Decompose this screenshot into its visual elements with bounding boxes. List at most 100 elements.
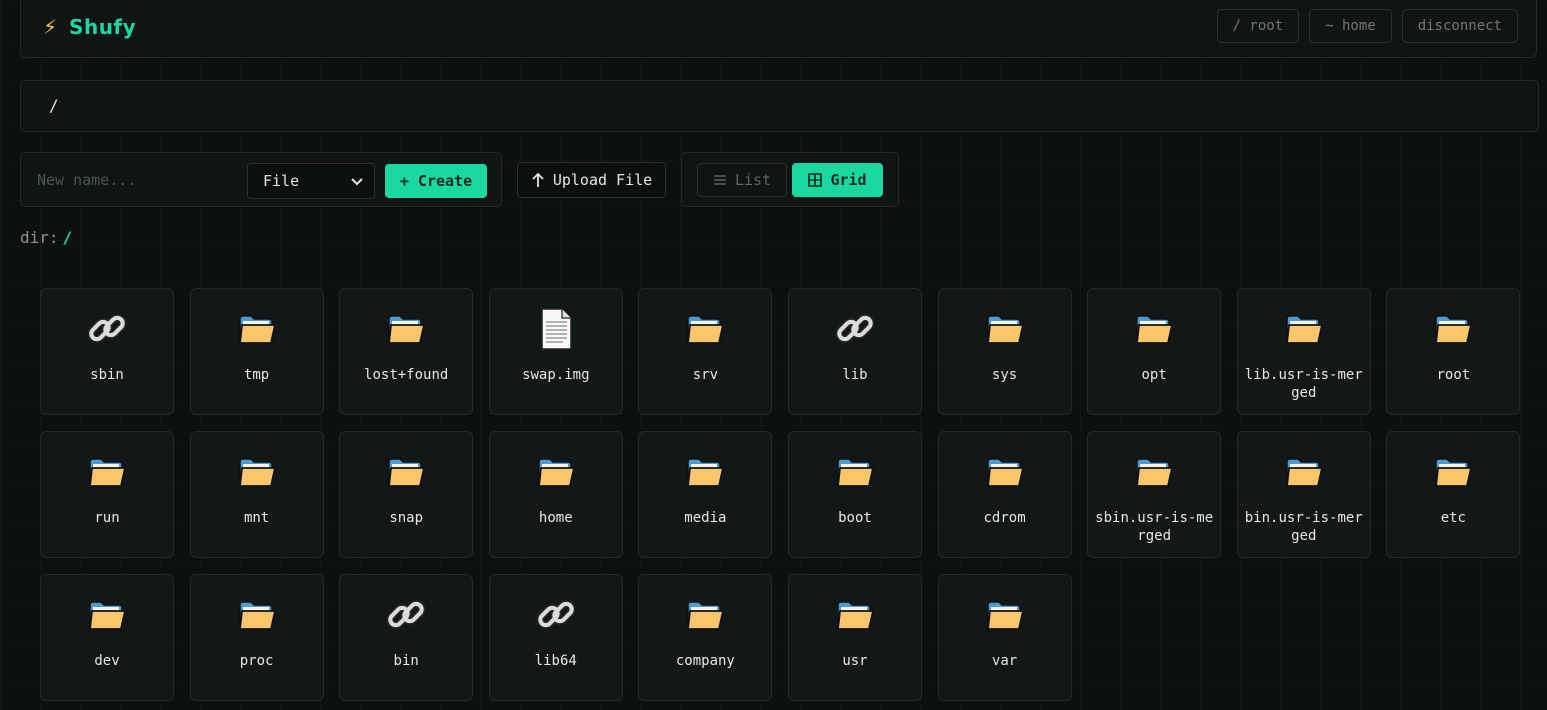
file-name: cdrom bbox=[983, 510, 1026, 526]
type-select[interactable]: File bbox=[247, 163, 375, 199]
file-tile[interactable]: snap bbox=[339, 431, 474, 558]
link-icon bbox=[833, 307, 877, 351]
file-name: opt bbox=[1141, 367, 1167, 383]
app-logo[interactable]: ⚡ Shufy bbox=[43, 15, 136, 39]
file-name: run bbox=[94, 510, 120, 526]
current-dir: dir: / bbox=[20, 228, 72, 247]
file-tile[interactable]: lib.usr-is-merged bbox=[1236, 288, 1371, 415]
file-tile[interactable]: media bbox=[638, 431, 773, 558]
root-button[interactable]: / root bbox=[1216, 9, 1300, 43]
folder-icon bbox=[983, 593, 1027, 637]
list-view-button[interactable]: List bbox=[697, 163, 787, 197]
file-grid: sbin tmp lost+found swap.img srv lib sys opt lib… bbox=[40, 288, 1521, 701]
folder-icon bbox=[235, 593, 279, 637]
file-name: root bbox=[1436, 367, 1471, 383]
file-tile[interactable]: company bbox=[638, 574, 773, 701]
file-tile[interactable]: bin bbox=[339, 574, 474, 701]
type-select-value: File bbox=[263, 172, 300, 190]
folder-icon bbox=[85, 593, 129, 637]
grid-icon bbox=[808, 173, 823, 187]
file-tile[interactable]: lib bbox=[787, 288, 922, 415]
grid-view-button[interactable]: Grid bbox=[792, 163, 883, 197]
file-tile[interactable]: srv bbox=[638, 288, 773, 415]
view-toggle: List Grid bbox=[681, 152, 899, 207]
file-tile[interactable]: boot bbox=[787, 431, 922, 558]
file-tile[interactable]: sbin bbox=[40, 288, 174, 415]
disconnect-button[interactable]: disconnect bbox=[1401, 9, 1518, 43]
file-tile[interactable]: usr bbox=[787, 574, 922, 701]
new-name-input[interactable] bbox=[29, 163, 255, 197]
file-tile[interactable]: sys bbox=[937, 288, 1072, 415]
file-name: bin.usr-is-merged bbox=[1244, 510, 1363, 544]
file-name: sbin.usr-is-merged bbox=[1095, 510, 1214, 544]
lightning-bolt-icon: ⚡ bbox=[43, 15, 58, 39]
file-tile[interactable]: lib64 bbox=[488, 574, 623, 701]
file-tile[interactable]: cdrom bbox=[937, 431, 1072, 558]
file-name: company bbox=[675, 653, 735, 669]
folder-icon bbox=[683, 450, 727, 494]
file-name: lib64 bbox=[534, 653, 577, 669]
file-tile[interactable]: proc bbox=[189, 574, 324, 701]
file-name: snap bbox=[389, 510, 424, 526]
grid-view-label: Grid bbox=[830, 171, 867, 189]
folder-icon bbox=[683, 307, 727, 351]
file-tile[interactable]: var bbox=[937, 574, 1072, 701]
nav-buttons: / root ~ home disconnect bbox=[1216, 9, 1518, 43]
file-name: dev bbox=[94, 653, 120, 669]
file-tile[interactable]: bin.usr-is-merged bbox=[1236, 431, 1371, 558]
top-bar: ⚡ Shufy / root ~ home disconnect bbox=[20, 0, 1537, 58]
file-tile[interactable]: lost+found bbox=[339, 288, 474, 415]
link-icon bbox=[384, 593, 428, 637]
upload-file-button[interactable]: Upload File bbox=[517, 162, 666, 198]
folder-icon bbox=[1132, 307, 1176, 351]
file-name: swap.img bbox=[522, 367, 590, 383]
file-tile[interactable]: etc bbox=[1386, 431, 1521, 558]
file-tile[interactable]: sbin.usr-is-merged bbox=[1087, 431, 1222, 558]
folder-icon bbox=[833, 593, 877, 637]
folder-icon bbox=[833, 450, 877, 494]
file-name: lost+found bbox=[364, 367, 449, 383]
folder-icon bbox=[1431, 450, 1475, 494]
home-button[interactable]: ~ home bbox=[1309, 9, 1392, 43]
file-tile[interactable]: opt bbox=[1087, 288, 1222, 415]
dir-prefix: dir: bbox=[20, 228, 59, 247]
folder-icon bbox=[983, 307, 1027, 351]
file-name: home bbox=[538, 510, 573, 526]
file-tile[interactable]: tmp bbox=[189, 288, 324, 415]
folder-icon bbox=[1132, 450, 1176, 494]
file-name: srv bbox=[692, 367, 719, 383]
link-icon bbox=[85, 307, 129, 351]
folder-icon bbox=[85, 450, 129, 494]
file-name: mnt bbox=[243, 510, 270, 526]
folder-icon bbox=[534, 450, 578, 494]
upload-file-label: Upload File bbox=[552, 171, 653, 189]
folder-icon bbox=[1431, 307, 1475, 351]
file-name: sys bbox=[991, 367, 1018, 383]
file-name: bin bbox=[393, 653, 419, 669]
path-bar: / bbox=[20, 80, 1539, 132]
link-icon bbox=[534, 593, 578, 637]
dir-path: / bbox=[62, 228, 73, 247]
file-tile[interactable]: mnt bbox=[189, 431, 324, 558]
file-tile[interactable]: swap.img bbox=[488, 288, 623, 415]
file-name: tmp bbox=[243, 367, 270, 383]
folder-icon bbox=[235, 307, 279, 351]
folder-icon bbox=[1282, 450, 1326, 494]
document-icon bbox=[534, 307, 578, 351]
create-panel: File + Create bbox=[20, 152, 502, 207]
file-tile[interactable]: run bbox=[40, 431, 174, 558]
file-name: proc bbox=[239, 653, 274, 669]
file-name: usr bbox=[842, 653, 868, 669]
file-tile[interactable]: home bbox=[488, 431, 623, 558]
list-icon bbox=[713, 175, 726, 185]
list-view-label: List bbox=[734, 171, 772, 189]
folder-icon bbox=[235, 450, 279, 494]
file-name: etc bbox=[1440, 510, 1466, 526]
chevron-down-icon bbox=[351, 178, 363, 186]
app-title: Shufy bbox=[69, 15, 137, 39]
file-tile[interactable]: dev bbox=[40, 574, 174, 701]
create-button[interactable]: + Create bbox=[385, 164, 487, 198]
breadcrumb-root[interactable]: / bbox=[49, 96, 59, 115]
file-tile[interactable]: root bbox=[1386, 288, 1521, 415]
folder-icon bbox=[983, 450, 1027, 494]
